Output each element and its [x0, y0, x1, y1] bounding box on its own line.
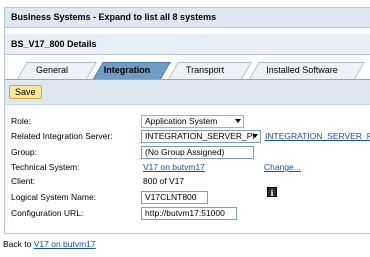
logical-system-name-field[interactable]: V17CLNT800: [141, 191, 208, 204]
configuration-url-field[interactable]: http://butvm17:51000: [141, 207, 237, 220]
tab-transport[interactable]: Transport: [168, 62, 252, 79]
details-header: BS_V17_800 Details: [5, 34, 370, 55]
chevron-down-icon: [252, 134, 258, 138]
tab-general[interactable]: General: [17, 62, 97, 79]
back-prefix: Back to: [3, 239, 32, 249]
related-server-link[interactable]: INTEGRATION_SERVER_PI: [265, 131, 370, 141]
logical-system-name-label: Logical System Name:: [11, 192, 97, 202]
business-systems-panel: Business Systems - Expand to list all 8 …: [4, 7, 370, 234]
tab-integration[interactable]: Integration: [93, 62, 171, 79]
related-server-select[interactable]: INTEGRATION_SERVER_PI: [141, 130, 261, 143]
info-icon[interactable]: i: [267, 187, 277, 198]
back-link[interactable]: V17 on butvm17: [34, 239, 96, 249]
integration-tab-content: Save Role: Application System Related In…: [5, 80, 370, 233]
technical-system-link[interactable]: V17 on butvm17: [143, 162, 205, 172]
tab-bar: General Integration Transport Installed …: [5, 60, 370, 80]
group-label: Group:: [11, 147, 37, 157]
business-systems-header[interactable]: Business Systems - Expand to list all 8 …: [5, 8, 370, 28]
chevron-down-icon: [235, 119, 241, 123]
role-select[interactable]: Application System: [141, 115, 244, 128]
save-button[interactable]: Save: [9, 85, 42, 99]
tab-installed-software[interactable]: Installed Software: [249, 62, 365, 79]
client-label: Client:: [11, 176, 36, 186]
role-label: Role:: [11, 116, 31, 126]
technical-system-label: Technical System:: [11, 162, 80, 172]
related-server-label: Related Integration Server:: [11, 131, 113, 141]
change-link[interactable]: Change...: [264, 162, 301, 172]
group-field: (No Group Assigned): [141, 146, 254, 159]
configuration-url-label: Configuration URL:: [11, 208, 84, 218]
client-value: 800 of V17: [143, 176, 185, 186]
back-navigation: Back to V17 on butvm17: [3, 239, 96, 249]
toolbar: Save: [5, 80, 370, 105]
